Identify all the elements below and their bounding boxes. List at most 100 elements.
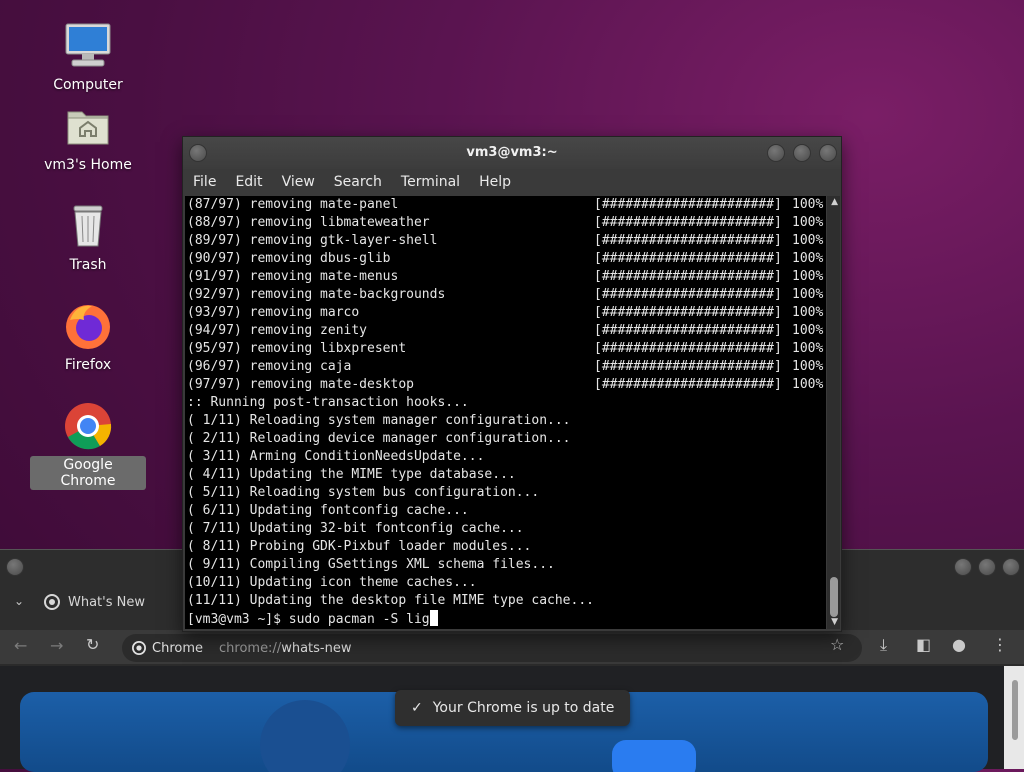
menu-file[interactable]: File bbox=[193, 174, 227, 190]
back-arrow-icon[interactable]: ← bbox=[14, 636, 27, 655]
up-to-date-toast: ✓ Your Chrome is up to date bbox=[395, 690, 631, 726]
terminal-scrollbar-thumb[interactable] bbox=[830, 577, 838, 617]
side-panel-icon[interactable]: ◧ bbox=[916, 635, 931, 654]
terminal-line: ( 3/11) Arming ConditionNeedsUpdate... bbox=[187, 449, 485, 464]
terminal-scrollbar[interactable] bbox=[827, 196, 840, 629]
terminal-line: (90/97) removing dbus-glib [#############… bbox=[185, 250, 826, 268]
menu-terminal[interactable]: Terminal bbox=[401, 174, 471, 190]
terminal-line: ( 4/11) Updating the MIME type database.… bbox=[187, 467, 516, 482]
line-text: (91/97) removing mate-menus bbox=[187, 269, 399, 284]
tab-whats-new[interactable]: What's New bbox=[44, 586, 145, 618]
tab-title: What's New bbox=[68, 594, 145, 610]
progress-bar-text: [######################] bbox=[594, 323, 782, 338]
desktop-icon-label: vm3's Home bbox=[44, 157, 132, 173]
terminal-line: (96/97) removing caja [##################… bbox=[185, 358, 826, 376]
forward-arrow-icon[interactable]: → bbox=[50, 636, 63, 655]
prompt-text: [vm3@vm3 ~]$ sudo pacman -S lig bbox=[187, 612, 430, 627]
terminal-line: (88/97) removing libmateweather [########… bbox=[185, 214, 826, 232]
page-scrollbar-thumb[interactable] bbox=[1012, 680, 1018, 740]
tab-search-chevron-icon[interactable]: ⌄ bbox=[14, 594, 24, 608]
desktop-icon-label: Computer bbox=[53, 77, 123, 93]
reload-icon[interactable]: ↻ bbox=[86, 635, 99, 654]
terminal-line: (89/97) removing gtk-layer-shell [#######… bbox=[185, 232, 826, 250]
url-scheme: chrome:// bbox=[219, 640, 282, 656]
line-text: (97/97) removing mate-desktop bbox=[187, 377, 414, 392]
line-text: (96/97) removing caja bbox=[187, 359, 352, 374]
firefox-icon bbox=[62, 300, 114, 352]
download-icon[interactable]: ⤓ bbox=[880, 635, 887, 655]
window-close-button[interactable] bbox=[1002, 558, 1020, 576]
progress-bar-text: [######################] bbox=[594, 215, 782, 230]
address-bar[interactable]: Chrome chrome://whats-new bbox=[122, 634, 862, 662]
desktop-icon-chrome[interactable]: Google Chrome bbox=[30, 400, 146, 490]
banner-decoration bbox=[260, 700, 350, 772]
url-text[interactable]: chrome://whats-new bbox=[219, 641, 351, 656]
desktop-icon-label: Trash bbox=[69, 257, 107, 273]
progress-bar-text: [######################] bbox=[594, 341, 782, 356]
terminal-prompt-line[interactable]: [vm3@vm3 ~]$ sudo pacman -S lig bbox=[185, 610, 826, 628]
window-menu-button[interactable] bbox=[189, 144, 207, 162]
chrome-logo-icon bbox=[132, 641, 146, 655]
menu-kebab-icon[interactable]: ⋮ bbox=[992, 635, 1008, 654]
terminal-line: (10/11) Updating icon theme caches... bbox=[187, 575, 477, 590]
progress-percent: 100% bbox=[792, 323, 824, 338]
scroll-down-arrow-icon[interactable]: ▼ bbox=[831, 617, 838, 627]
terminal-line: (95/97) removing libxpresent [###########… bbox=[185, 340, 826, 358]
progress-bar-text: [######################] bbox=[594, 197, 782, 212]
profile-icon[interactable]: ● bbox=[952, 635, 966, 654]
progress-percent: 100% bbox=[792, 269, 824, 284]
terminal-window: vm3@vm3:~ File Edit View Search Terminal… bbox=[182, 136, 842, 632]
window-maximize-button[interactable] bbox=[978, 558, 996, 576]
menu-search[interactable]: Search bbox=[334, 174, 393, 190]
progress-bar-text: [######################] bbox=[594, 269, 782, 284]
line-text: (94/97) removing zenity bbox=[187, 323, 368, 338]
line-text: (88/97) removing libmateweather bbox=[187, 215, 430, 230]
desktop-icon-computer[interactable]: Computer bbox=[30, 20, 146, 94]
computer-icon bbox=[62, 20, 114, 72]
desktop-icon-firefox[interactable]: Firefox bbox=[30, 300, 146, 374]
window-minimize-button[interactable] bbox=[767, 144, 785, 162]
progress-bar-text: [######################] bbox=[594, 233, 782, 248]
terminal-line: :: Running post-transaction hooks... bbox=[187, 395, 469, 410]
menu-help[interactable]: Help bbox=[479, 174, 522, 190]
terminal-line: (97/97) removing mate-desktop [##########… bbox=[185, 376, 826, 394]
desktop-icon-label: Google Chrome bbox=[30, 456, 146, 490]
progress-bar-text: [######################] bbox=[594, 287, 782, 302]
scroll-up-arrow-icon[interactable]: ▲ bbox=[831, 197, 838, 207]
progress-percent: 100% bbox=[792, 305, 824, 320]
window-maximize-button[interactable] bbox=[793, 144, 811, 162]
terminal-line: ( 9/11) Compiling GSettings XML schema f… bbox=[187, 557, 555, 572]
line-text: (92/97) removing mate-backgrounds bbox=[187, 287, 446, 302]
window-close-button[interactable] bbox=[819, 144, 837, 162]
terminal-line: ( 8/11) Probing GDK-Pixbuf loader module… bbox=[187, 539, 532, 554]
line-text: (89/97) removing gtk-layer-shell bbox=[187, 233, 438, 248]
terminal-line: ( 6/11) Updating fontconfig cache... bbox=[187, 503, 469, 518]
text-cursor bbox=[429, 610, 438, 626]
progress-percent: 100% bbox=[792, 197, 824, 212]
terminal-line: ( 5/11) Reloading system bus configurati… bbox=[187, 485, 540, 500]
desktop-icon-home[interactable]: vm3's Home bbox=[30, 100, 146, 174]
menu-view[interactable]: View bbox=[282, 174, 326, 190]
progress-percent: 100% bbox=[792, 377, 824, 392]
chrome-toolbar: ← → ↻ Chrome chrome://whats-new ☆ ⤓ ◧ ● … bbox=[0, 630, 1024, 664]
checkmark-icon: ✓ bbox=[411, 700, 423, 716]
terminal-line: (93/97) removing marco [#################… bbox=[185, 304, 826, 322]
terminal-title-bar[interactable]: vm3@vm3:~ bbox=[183, 137, 841, 169]
window-minimize-button[interactable] bbox=[954, 558, 972, 576]
terminal-line: (11/11) Updating the desktop file MIME t… bbox=[187, 593, 594, 608]
window-close-button[interactable] bbox=[6, 558, 24, 576]
progress-bar-text: [######################] bbox=[594, 377, 782, 392]
terminal-output[interactable]: (87/97) removing mate-panel [############… bbox=[185, 196, 826, 629]
chrome-icon bbox=[62, 400, 114, 452]
menu-edit[interactable]: Edit bbox=[235, 174, 273, 190]
bookmark-star-icon[interactable]: ☆ bbox=[830, 635, 844, 654]
progress-percent: 100% bbox=[792, 359, 824, 374]
terminal-title: vm3@vm3:~ bbox=[466, 145, 558, 160]
site-chip[interactable]: Chrome bbox=[132, 641, 203, 656]
progress-bar-text: [######################] bbox=[594, 305, 782, 320]
terminal-line: ( 7/11) Updating 32-bit fontconfig cache… bbox=[187, 521, 524, 536]
terminal-line: ( 2/11) Reloading device manager configu… bbox=[187, 431, 571, 446]
desktop-icon-trash[interactable]: Trash bbox=[30, 200, 146, 274]
terminal-line: (94/97) removing zenity [################… bbox=[185, 322, 826, 340]
progress-bar-text: [######################] bbox=[594, 359, 782, 374]
